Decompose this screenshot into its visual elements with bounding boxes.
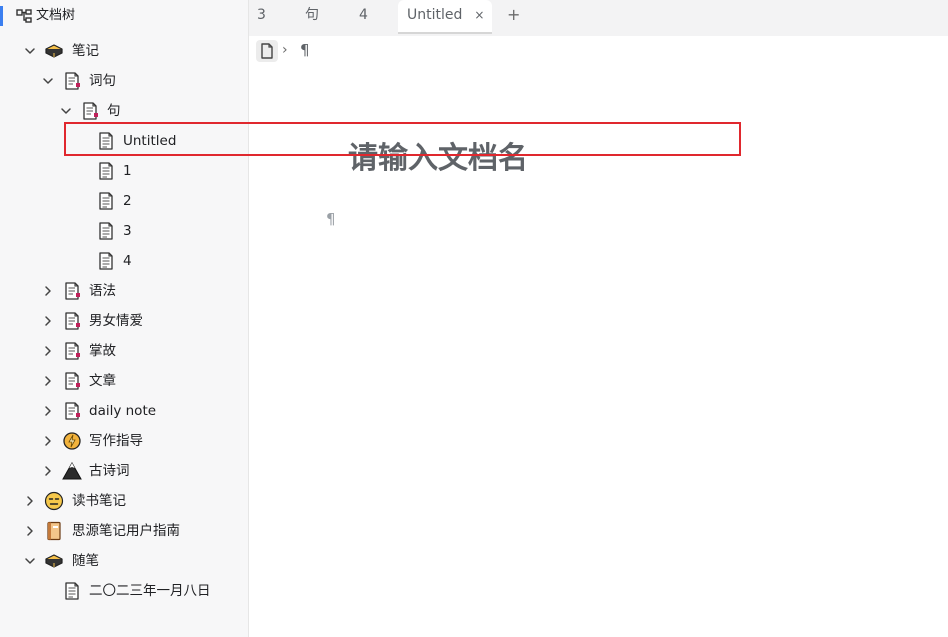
chevron-right-icon[interactable] bbox=[40, 313, 56, 329]
tree-item-随笔[interactable]: 随笔 bbox=[0, 546, 248, 576]
new-tab-button[interactable]: + bbox=[507, 5, 520, 24]
breadcrumb-separator: › bbox=[282, 42, 288, 58]
tree-item-语法[interactable]: 语法 bbox=[0, 276, 248, 306]
tree-item-3[interactable]: 3 bbox=[0, 216, 248, 246]
chevron-down-icon[interactable] bbox=[22, 43, 38, 59]
tree-item-句[interactable]: 句 bbox=[0, 96, 248, 126]
document-icon[interactable] bbox=[62, 71, 82, 91]
tree-item-daily-note[interactable]: daily note bbox=[0, 396, 248, 426]
chevron-right-icon[interactable] bbox=[40, 463, 56, 479]
tab-bar: 3 句 4 Untitled × + bbox=[249, 0, 948, 36]
plain-document-icon[interactable] bbox=[96, 131, 116, 151]
active-panel-indicator bbox=[0, 6, 3, 26]
tree-item-label: 读书笔记 bbox=[72, 493, 126, 509]
tree-item-label: Untitled bbox=[123, 133, 177, 149]
document-icon[interactable] bbox=[62, 281, 82, 301]
tree-item-二〇二三年一月八日[interactable]: 二〇二三年一月八日 bbox=[0, 576, 248, 606]
tree-item-label: 掌故 bbox=[89, 343, 116, 359]
tree-item-读书笔记[interactable]: 读书笔记 bbox=[0, 486, 248, 516]
chevron-right-icon[interactable] bbox=[22, 493, 38, 509]
tab-3[interactable]: 3 bbox=[257, 0, 266, 34]
tree-item-label: 3 bbox=[123, 223, 132, 239]
tree-item-1[interactable]: 1 bbox=[0, 156, 248, 186]
document-icon bbox=[261, 43, 273, 59]
chevron-down-icon[interactable] bbox=[22, 553, 38, 569]
tab-label: 3 bbox=[257, 7, 266, 23]
tree-item-文章[interactable]: 文章 bbox=[0, 366, 248, 396]
document-tree-header[interactable]: 文档树 bbox=[0, 0, 248, 32]
tree-item-label: 语法 bbox=[89, 283, 116, 299]
tree-item-男女情爱[interactable]: 男女情爱 bbox=[0, 306, 248, 336]
tab-label: Untitled bbox=[407, 7, 463, 23]
document-icon[interactable] bbox=[62, 341, 82, 361]
document-tree-sidebar: 文档树 笔记 词句 句 Untitled 1 2 3 4 语法 男女情爱 掌故 … bbox=[0, 0, 249, 637]
lightning-coin-icon[interactable] bbox=[62, 431, 82, 451]
chevron-down-icon[interactable] bbox=[58, 103, 74, 119]
tab-untitled[interactable]: Untitled × bbox=[398, 0, 492, 34]
close-tab-icon[interactable]: × bbox=[474, 8, 484, 22]
tree-item-label: 4 bbox=[123, 253, 132, 269]
tab-label: 句 bbox=[305, 7, 319, 23]
plain-document-icon[interactable] bbox=[96, 251, 116, 271]
chevron-right-icon[interactable] bbox=[40, 373, 56, 389]
tree-item-4[interactable]: 4 bbox=[0, 246, 248, 276]
tree-item-label: daily note bbox=[89, 403, 157, 419]
document-tree-title: 文档树 bbox=[36, 8, 76, 23]
stack-of-books-icon[interactable] bbox=[44, 551, 64, 571]
tree-item-古诗词[interactable]: 古诗词 bbox=[0, 456, 248, 486]
tree-item-label: 男女情爱 bbox=[89, 313, 143, 329]
document-tree-icon bbox=[16, 9, 32, 23]
tree-item-label: 二〇二三年一月八日 bbox=[89, 583, 211, 599]
chevron-right-icon[interactable] bbox=[40, 283, 56, 299]
chevron-right-icon[interactable] bbox=[40, 343, 56, 359]
notebook-icon[interactable] bbox=[44, 521, 64, 541]
breadcrumb-paragraph-block[interactable]: ¶ bbox=[300, 41, 310, 59]
tree-item-label: 2 bbox=[123, 193, 132, 209]
tree-item-2[interactable]: 2 bbox=[0, 186, 248, 216]
tree-item-label: 1 bbox=[123, 163, 132, 179]
tree-item-笔记[interactable]: 笔记 bbox=[0, 36, 248, 66]
tree-item-思源笔记用户指南[interactable]: 思源笔记用户指南 bbox=[0, 516, 248, 546]
document-icon[interactable] bbox=[62, 311, 82, 331]
tab-label: 4 bbox=[359, 7, 368, 23]
document-icon[interactable] bbox=[62, 401, 82, 421]
plain-document-icon[interactable] bbox=[96, 221, 116, 241]
chevron-right-icon[interactable] bbox=[40, 433, 56, 449]
paragraph-block-handle[interactable]: ¶ bbox=[326, 210, 336, 228]
tree-item-词句[interactable]: 词句 bbox=[0, 66, 248, 96]
tree-item-label: 句 bbox=[107, 103, 121, 119]
breadcrumb-document-button[interactable] bbox=[256, 40, 278, 62]
stack-of-books-icon[interactable] bbox=[44, 41, 64, 61]
tree-item-label: 写作指导 bbox=[89, 433, 143, 449]
plain-document-icon[interactable] bbox=[96, 191, 116, 211]
plain-document-icon[interactable] bbox=[96, 161, 116, 181]
tree-item-写作指导[interactable]: 写作指导 bbox=[0, 426, 248, 456]
tree-item-label: 文章 bbox=[89, 373, 116, 389]
document-title-input[interactable] bbox=[348, 138, 728, 178]
tree-item-label: 古诗词 bbox=[89, 463, 130, 479]
chevron-down-icon[interactable] bbox=[40, 73, 56, 89]
tree-item-Untitled[interactable]: Untitled bbox=[0, 126, 248, 156]
chevron-right-icon[interactable] bbox=[22, 523, 38, 539]
tree-item-label: 思源笔记用户指南 bbox=[72, 523, 180, 539]
tree-item-label: 笔记 bbox=[72, 43, 99, 59]
document-icon[interactable] bbox=[80, 101, 100, 121]
tree-item-label: 词句 bbox=[89, 73, 116, 89]
tab-ju[interactable]: 句 bbox=[305, 0, 319, 34]
plain-document-icon[interactable] bbox=[62, 581, 82, 601]
tree-item-label: 随笔 bbox=[72, 553, 99, 569]
tab-4[interactable]: 4 bbox=[359, 0, 368, 34]
tree-item-掌故[interactable]: 掌故 bbox=[0, 336, 248, 366]
mountain-icon[interactable] bbox=[62, 461, 82, 481]
chevron-right-icon[interactable] bbox=[40, 403, 56, 419]
document-icon[interactable] bbox=[62, 371, 82, 391]
expressionless-face-icon[interactable] bbox=[44, 491, 64, 511]
